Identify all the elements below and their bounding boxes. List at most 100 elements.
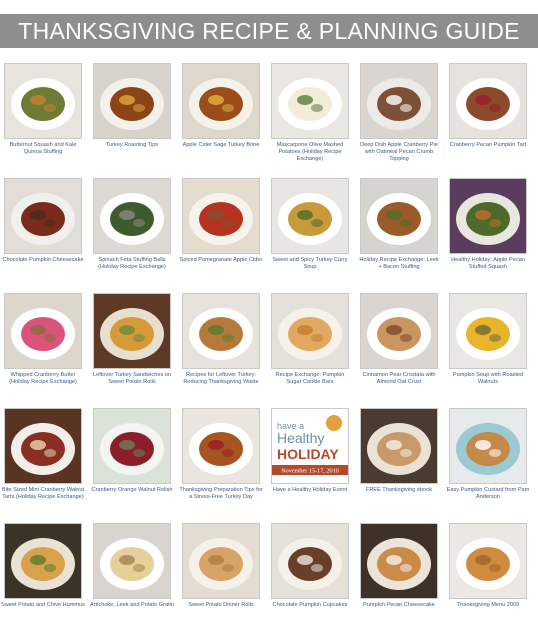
recipe-thumbnail[interactable] xyxy=(271,523,349,599)
recipe-card[interactable]: Healthy Holiday: Apple Pecan Stuffed Squ… xyxy=(449,178,527,293)
recipe-link[interactable]: Pumpkin Pecan Cheesecake xyxy=(357,602,441,609)
recipe-link[interactable]: Apple Cider Sage Turkey Brine xyxy=(179,142,263,149)
recipe-thumbnail[interactable] xyxy=(271,178,349,254)
squash-kale-stuffing-photo xyxy=(5,64,81,138)
recipe-link[interactable]: Spinach Feta Stuffing Balls (Holiday Rec… xyxy=(90,257,174,271)
recipe-grid: Butternut Squash and Kale Quinoa Stuffin… xyxy=(1,63,530,638)
badge-line2: Healthy xyxy=(277,430,324,446)
cookie-bars-photo xyxy=(272,294,348,368)
recipe-link[interactable]: FREE Thanksgiving ebook xyxy=(357,487,441,494)
recipe-link[interactable]: Chocolate Pumpkin Cupcakes xyxy=(268,602,352,609)
recipe-thumbnail[interactable] xyxy=(182,178,260,254)
recipe-link[interactable]: Turkey Roasting Tips xyxy=(90,142,174,149)
recipe-link[interactable]: Holiday Recipe Exchange: Leek + Bacon St… xyxy=(357,257,441,271)
recipe-link[interactable]: Easy Pumpkin Custard from Pam Anderson xyxy=(446,487,530,501)
recipe-link[interactable]: Deep Dish Apple Cranberry Pie with Oatme… xyxy=(357,142,441,163)
recipe-thumbnail[interactable] xyxy=(182,63,260,139)
recipe-link[interactable]: Have a Healthy Holiday Event xyxy=(268,487,352,494)
recipe-link[interactable]: Thanksgiving Preparation Tips for a Stre… xyxy=(179,487,263,501)
recipe-thumbnail[interactable] xyxy=(271,293,349,369)
recipe-thumbnail[interactable] xyxy=(4,63,82,139)
recipe-thumbnail[interactable] xyxy=(449,293,527,369)
recipe-card[interactable]: Butternut Squash and Kale Quinoa Stuffin… xyxy=(4,63,82,178)
recipe-link[interactable]: Bite Sized Mini Cranberry Walnut Tarts (… xyxy=(1,487,85,501)
recipe-thumbnail[interactable] xyxy=(449,63,527,139)
recipe-thumbnail[interactable] xyxy=(360,293,438,369)
recipe-thumbnail[interactable] xyxy=(93,293,171,369)
recipe-card[interactable]: Pumpkin Pecan Cheesecake xyxy=(360,523,438,638)
recipe-card[interactable]: Recipes for Leftover Turkey: Reducing Th… xyxy=(182,293,260,408)
recipe-card[interactable]: Recipe Exchange: Pumpkin Sugar Cookie Ba… xyxy=(271,293,349,408)
recipe-card[interactable]: Chocolate Pumpkin Cheesecake xyxy=(1,178,85,293)
recipe-link[interactable]: Butternut Squash and Kale Quinoa Stuffin… xyxy=(1,142,85,156)
recipe-card[interactable]: Easy Pumpkin Custard from Pam Anderson xyxy=(446,408,530,523)
recipe-link[interactable]: Spiced Pomegranate Apple Cider xyxy=(179,257,263,264)
recipe-thumbnail[interactable] xyxy=(4,178,82,254)
recipe-card[interactable]: Sweet Potato and Chive Hummus xyxy=(1,523,85,638)
pumpkin-tart-photo xyxy=(450,64,526,138)
recipe-link[interactable]: Healthy Holiday: Apple Pecan Stuffed Squ… xyxy=(446,257,530,271)
recipe-thumbnail[interactable] xyxy=(4,523,82,599)
recipe-thumbnail[interactable] xyxy=(182,293,260,369)
recipe-thumbnail[interactable] xyxy=(4,408,82,484)
recipe-link[interactable]: Sweet Potato and Chive Hummus xyxy=(1,602,85,609)
stuffing-balls-photo xyxy=(94,179,170,253)
recipe-card[interactable]: Pumpkin Soup with Roasted Walnuts xyxy=(449,293,527,408)
recipe-thumbnail[interactable] xyxy=(93,523,171,599)
recipe-thumbnail[interactable] xyxy=(449,408,527,484)
recipe-card[interactable]: Thanksgiving Preparation Tips for a Stre… xyxy=(179,408,263,523)
recipe-thumbnail[interactable] xyxy=(449,523,527,599)
recipe-link[interactable]: Cranberry Orange Walnut Relish xyxy=(90,487,174,494)
recipe-card[interactable]: Cranberry Orange Walnut Relish xyxy=(90,408,174,523)
recipe-card[interactable]: Deep Dish Apple Cranberry Pie with Oatme… xyxy=(360,63,438,178)
recipe-card[interactable]: Spiced Pomegranate Apple Cider xyxy=(179,178,263,293)
recipe-link[interactable]: Pumpkin Soup with Roasted Walnuts xyxy=(446,372,530,386)
recipe-link[interactable]: Recipes for Leftover Turkey: Reducing Th… xyxy=(179,372,263,386)
recipe-thumbnail[interactable]: have a Healthy HOLIDAY November 15-17, 2010 xyxy=(271,408,349,484)
recipe-thumbnail[interactable] xyxy=(93,408,171,484)
recipe-card[interactable]: Artichoke, Leek and Potato Gratin xyxy=(90,523,174,638)
recipe-thumbnail[interactable] xyxy=(360,63,438,139)
recipe-card[interactable]: Cinnamon Pear Crostata with Almond Oat C… xyxy=(360,293,438,408)
recipe-link[interactable]: Mascarpone Olive Mashed Potatoes (Holida… xyxy=(268,142,352,163)
recipe-card[interactable]: Whipped Cranberry Butter (Holiday Recipe… xyxy=(4,293,82,408)
recipe-card[interactable]: Thanksgiving Menu 2009 xyxy=(449,523,527,638)
recipe-card[interactable]: Sweet and Spicy Turkey Curry Soup xyxy=(271,178,349,293)
recipe-link[interactable]: Leftover Turkey Sandwiches on Sweet Pota… xyxy=(90,372,174,386)
turkey-sandwich-photo xyxy=(94,294,170,368)
recipe-thumbnail[interactable] xyxy=(93,178,171,254)
recipe-link[interactable]: Thanksgiving Menu 2009 xyxy=(446,602,530,609)
recipe-thumbnail[interactable] xyxy=(449,178,527,254)
recipe-link[interactable]: Whipped Cranberry Butter (Holiday Recipe… xyxy=(1,372,85,386)
recipe-link[interactable]: Recipe Exchange: Pumpkin Sugar Cookie Ba… xyxy=(268,372,352,386)
recipe-card[interactable]: have a Healthy HOLIDAY November 15-17, 2010… xyxy=(271,408,349,523)
recipe-card[interactable]: Holiday Recipe Exchange: Leek + Bacon St… xyxy=(357,178,441,293)
recipe-thumbnail[interactable] xyxy=(271,63,349,139)
recipe-card[interactable]: Bite Sized Mini Cranberry Walnut Tarts (… xyxy=(1,408,85,523)
recipe-link[interactable]: Cinnamon Pear Crostata with Almond Oat C… xyxy=(357,372,441,386)
recipe-card[interactable]: Chocolate Pumpkin Cupcakes xyxy=(271,523,349,638)
recipe-card[interactable]: Leftover Turkey Sandwiches on Sweet Pota… xyxy=(93,293,171,408)
recipe-card[interactable]: FREE Thanksgiving ebook xyxy=(360,408,438,523)
recipe-thumbnail[interactable] xyxy=(360,523,438,599)
recipe-thumbnail[interactable] xyxy=(182,523,260,599)
leftover-sandwich-photo xyxy=(183,294,259,368)
recipe-thumbnail[interactable] xyxy=(4,293,82,369)
recipe-thumbnail[interactable] xyxy=(93,63,171,139)
recipe-link[interactable]: Sweet and Spicy Turkey Curry Soup xyxy=(268,257,352,271)
recipe-link[interactable]: Sweet Potato Dinner Rolls xyxy=(179,602,263,609)
recipe-card[interactable]: Turkey Roasting Tips xyxy=(93,63,171,178)
roast-turkey-photo xyxy=(94,64,170,138)
recipe-card[interactable]: Cranberry Pecan Pumpkin Tart xyxy=(449,63,527,178)
recipe-card[interactable]: Spinach Feta Stuffing Balls (Holiday Rec… xyxy=(93,178,171,293)
recipe-link[interactable]: Cranberry Pecan Pumpkin Tart xyxy=(446,142,530,149)
dinner-rolls-photo xyxy=(183,524,259,598)
recipe-link[interactable]: Chocolate Pumpkin Cheesecake xyxy=(1,257,85,264)
recipe-card[interactable]: Apple Cider Sage Turkey Brine xyxy=(182,63,260,178)
recipe-thumbnail[interactable] xyxy=(182,408,260,484)
recipe-link[interactable]: Artichoke, Leek and Potato Gratin xyxy=(90,602,174,609)
recipe-thumbnail[interactable] xyxy=(360,178,438,254)
recipe-card[interactable]: Sweet Potato Dinner Rolls xyxy=(182,523,260,638)
recipe-card[interactable]: Mascarpone Olive Mashed Potatoes (Holida… xyxy=(271,63,349,178)
recipe-thumbnail[interactable] xyxy=(360,408,438,484)
